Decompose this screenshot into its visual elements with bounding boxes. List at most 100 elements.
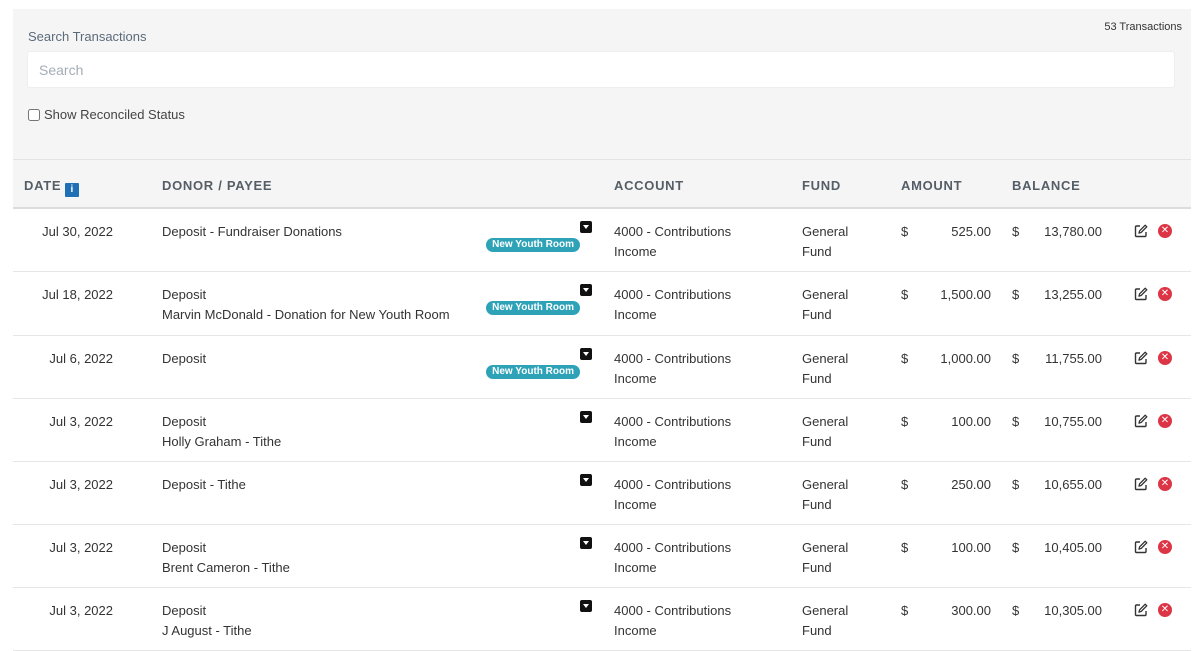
row-fund-line2: Fund [802, 497, 832, 512]
caret-down-icon[interactable] [580, 474, 592, 486]
edit-icon[interactable] [1134, 351, 1148, 365]
amount-currency: $ [901, 477, 909, 492]
row-amount: 1,000.00 [940, 351, 991, 366]
row-balance: 10,755.00 [1044, 414, 1102, 429]
amount-currency: $ [901, 224, 909, 239]
row-date: Jul 18, 2022 [42, 287, 113, 302]
row-balance: 11,755.00 [1045, 351, 1102, 366]
balance-currency: $ [1012, 414, 1020, 429]
row-account-line2: Income [614, 497, 657, 512]
edit-icon[interactable] [1134, 414, 1148, 428]
row-fund-line1: General [802, 477, 849, 492]
table-row[interactable]: Jul 3, 2022 Deposit Brent Cameron - Tith… [13, 525, 1191, 588]
table-row[interactable]: Jul 3, 2022 Deposit Holly Graham - Tithe… [13, 399, 1191, 462]
row-payee-name: Deposit [162, 414, 207, 429]
column-date-label: DATE [24, 178, 62, 193]
row-fund-line1: General [802, 414, 849, 429]
caret-down-icon[interactable] [580, 221, 592, 233]
row-fund: General Fund [802, 475, 848, 515]
caret-down-icon[interactable] [580, 600, 592, 612]
row-account-line1: 4000 - Contributions [614, 287, 732, 302]
table-row[interactable]: Jul 3, 2022 Deposit J August - Tithe 400… [13, 588, 1191, 651]
table-row[interactable]: Jul 3, 2022 Deposit - Tithe 4000 - Contr… [13, 462, 1191, 525]
row-payee: Deposit Marvin McDonald - Donation for N… [162, 285, 450, 325]
edit-icon[interactable] [1134, 603, 1148, 617]
row-memo: Marvin McDonald - Donation for New Youth… [162, 307, 450, 322]
edit-icon[interactable] [1134, 477, 1148, 491]
row-account: 4000 - Contributions Income [614, 601, 731, 641]
row-account-line1: 4000 - Contributions [614, 477, 732, 492]
table-row[interactable]: Jul 6, 2022 Deposit New Youth Room 4000 … [13, 336, 1191, 399]
balance-currency: $ [1012, 287, 1020, 302]
row-fund-line2: Fund [802, 434, 832, 449]
info-icon[interactable]: i [65, 183, 80, 197]
row-fund-line1: General [802, 224, 849, 239]
row-account: 4000 - Contributions Income [614, 412, 731, 452]
show-reconciled-toggle[interactable]: Show Reconciled Status [28, 107, 185, 122]
row-account-line2: Income [614, 623, 657, 638]
amount-currency: $ [901, 351, 909, 366]
table-row[interactable]: Jul 18, 2022 Deposit Marvin McDonald - D… [13, 272, 1191, 336]
row-balance: 10,305.00 [1044, 603, 1102, 618]
column-account[interactable]: ACCOUNT [614, 178, 684, 193]
row-payee-name: Deposit [162, 603, 207, 618]
amount-currency: $ [901, 287, 909, 302]
table-row[interactable]: Jul 30, 2022 Deposit - Fundraiser Donati… [13, 209, 1191, 272]
caret-down-icon[interactable] [580, 537, 592, 549]
caret-down-icon[interactable] [580, 348, 592, 360]
row-amount: 100.00 [951, 414, 991, 429]
row-fund-line2: Fund [802, 623, 832, 638]
delete-icon[interactable]: ✕ [1158, 351, 1172, 365]
caret-down-icon[interactable] [580, 411, 592, 423]
balance-currency: $ [1012, 351, 1020, 366]
row-account-line1: 4000 - Contributions [614, 540, 732, 555]
row-payee: Deposit Brent Cameron - Tithe [162, 538, 290, 578]
row-fund-line1: General [802, 351, 849, 366]
row-fund-line2: Fund [802, 371, 832, 386]
row-balance: 13,255.00 [1044, 287, 1102, 302]
search-input[interactable] [27, 51, 1175, 88]
row-account-line1: 4000 - Contributions [614, 224, 732, 239]
amount-currency: $ [901, 540, 909, 555]
row-account-line2: Income [614, 560, 657, 575]
show-reconciled-checkbox[interactable] [28, 108, 40, 121]
row-balance: 10,655.00 [1044, 477, 1102, 492]
row-payee: Deposit Holly Graham - Tithe [162, 412, 281, 452]
row-date: Jul 3, 2022 [49, 414, 113, 429]
delete-icon[interactable]: ✕ [1158, 224, 1172, 238]
row-payee: Deposit [162, 349, 206, 369]
column-fund[interactable]: FUND [802, 178, 841, 193]
row-fund: General Fund [802, 285, 848, 325]
edit-icon[interactable] [1134, 540, 1148, 554]
caret-down-icon[interactable] [580, 284, 592, 296]
column-date[interactable]: DATE i [24, 178, 80, 197]
amount-currency: $ [901, 414, 909, 429]
balance-currency: $ [1012, 224, 1020, 239]
row-account: 4000 - Contributions Income [614, 222, 731, 262]
delete-icon[interactable]: ✕ [1158, 477, 1172, 491]
delete-icon[interactable]: ✕ [1158, 287, 1172, 301]
amount-currency: $ [901, 603, 909, 618]
column-balance[interactable]: BALANCE [1012, 178, 1080, 193]
delete-icon[interactable]: ✕ [1158, 414, 1172, 428]
row-account-line2: Income [614, 244, 657, 259]
search-panel: 53 Transactions Search Transactions Show… [13, 9, 1191, 159]
row-fund-line2: Fund [802, 307, 832, 322]
row-date: Jul 6, 2022 [49, 351, 113, 366]
row-fund-line1: General [802, 603, 849, 618]
balance-currency: $ [1012, 477, 1020, 492]
row-fund: General Fund [802, 412, 848, 452]
table-header: DATE i DONOR / PAYEE ACCOUNT FUND AMOUNT … [13, 159, 1191, 209]
delete-icon[interactable]: ✕ [1158, 540, 1172, 554]
edit-icon[interactable] [1134, 287, 1148, 301]
row-account-line2: Income [614, 307, 657, 322]
row-account-line1: 4000 - Contributions [614, 414, 732, 429]
row-amount: 1,500.00 [940, 287, 991, 302]
column-payee[interactable]: DONOR / PAYEE [162, 178, 272, 193]
row-fund-line2: Fund [802, 560, 832, 575]
row-payee-name: Deposit - Fundraiser Donations [162, 224, 342, 239]
edit-icon[interactable] [1134, 224, 1148, 238]
column-amount[interactable]: AMOUNT [901, 178, 962, 193]
delete-icon[interactable]: ✕ [1158, 603, 1172, 617]
row-account-line1: 4000 - Contributions [614, 351, 732, 366]
